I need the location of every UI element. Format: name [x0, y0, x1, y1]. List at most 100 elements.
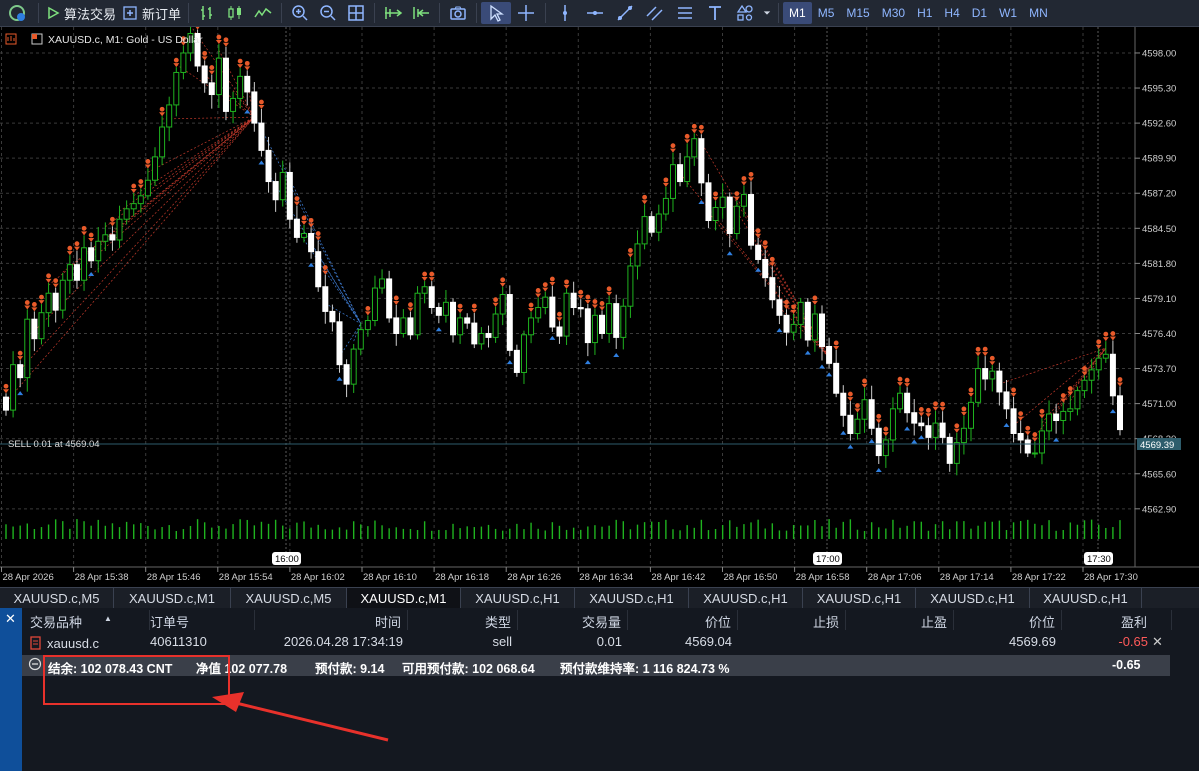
candle [414, 286, 421, 340]
column-header-1[interactable]: 订单号 [150, 610, 255, 630]
total-profit-text: -0.65 [1112, 658, 1141, 672]
timeframe-m15-button[interactable]: M15 [840, 2, 875, 24]
candle [804, 298, 811, 347]
bar-chart-icon[interactable] [193, 2, 221, 24]
sell-dot-marker [3, 383, 9, 389]
candle [506, 285, 513, 357]
sell-dot-marker [691, 123, 697, 129]
candle [286, 162, 293, 229]
sell-dot-marker [812, 295, 818, 301]
cell-current-price: 4569.69 [1009, 634, 1056, 649]
shapes-icon[interactable] [730, 2, 760, 24]
crosshair-icon[interactable] [511, 2, 541, 24]
screenshot-icon[interactable] [444, 2, 472, 24]
chart-tab-9[interactable]: XAUUSD.c,H1 [1030, 588, 1142, 609]
trendline-icon[interactable] [610, 2, 640, 24]
close-icon[interactable]: ✕ [5, 611, 16, 627]
sell-dot-marker [429, 271, 435, 277]
chart-tab-6[interactable]: XAUUSD.c,H1 [689, 588, 803, 609]
text-tool-icon[interactable] [700, 2, 730, 24]
chart-tab-2[interactable]: XAUUSD.c,M5 [231, 588, 347, 609]
horizontal-line-icon[interactable] [580, 2, 610, 24]
sell-dot-marker [549, 276, 555, 282]
algo-trading-button[interactable]: 算法交易 [43, 2, 119, 24]
chart-tab-3[interactable]: XAUUSD.c,M1 [347, 588, 461, 609]
sell-dot-marker [202, 50, 208, 56]
chart-tab-8[interactable]: XAUUSD.c,H1 [916, 588, 1030, 609]
current-price-label: 4569.39 [1140, 440, 1174, 451]
vertical-line-icon[interactable] [550, 2, 580, 24]
chart-tab-7[interactable]: XAUUSD.c,H1 [803, 588, 916, 609]
sell-dot-marker [1082, 366, 1087, 371]
timeframe-d1-button[interactable]: D1 [966, 2, 993, 24]
column-header-5[interactable]: 价位 [628, 610, 738, 630]
sell-dot-marker [493, 297, 498, 303]
zoom-in-icon[interactable] [286, 2, 314, 24]
sell-dot-marker [1060, 393, 1066, 398]
chart-tab-1[interactable]: XAUUSD.c,M1 [114, 588, 231, 609]
main-toolbar: 算法交易 新订单 M1 M5 M15 M30 H1 H4 D1 W1 MN [0, 0, 1199, 27]
sell-dot-marker [1067, 386, 1073, 391]
chart-shift-icon[interactable] [379, 2, 407, 24]
channel-icon[interactable] [640, 2, 670, 24]
column-header-4[interactable]: 交易量 [518, 610, 628, 630]
close-position-icon[interactable]: ✕ [1152, 632, 1163, 652]
column-header-3[interactable]: 类型 [408, 610, 518, 630]
price-chart[interactable]: SELL 0.01 at 4569.04 4598.00 4595.30 4592.… [0, 27, 1199, 588]
zoom-out-icon[interactable] [314, 2, 342, 24]
cell-take-profit[interactable] [846, 632, 954, 652]
column-header-7[interactable]: 止盈 [846, 610, 954, 630]
cell-stop-loss[interactable] [738, 632, 846, 652]
new-order-button[interactable]: 新订单 [119, 2, 184, 24]
candlestick-chart-icon[interactable] [221, 2, 249, 24]
table-row[interactable]: xauusd.c 40611310 2026.04.28 17:34:19 se… [22, 632, 1172, 652]
platform-logo-icon[interactable] [0, 2, 34, 24]
chart-tab-5[interactable]: XAUUSD.c,H1 [575, 588, 689, 609]
sell-dot-marker [933, 401, 938, 407]
timeframe-h1-button[interactable]: H1 [911, 2, 938, 24]
column-header-2[interactable]: 时间 [255, 610, 408, 630]
cell-open-price: 4569.04 [685, 634, 732, 649]
new-order-icon [123, 6, 137, 20]
chevron-down-icon[interactable] [760, 2, 774, 24]
auto-scroll-icon[interactable] [407, 2, 435, 24]
time-tick-label: 28 Apr 16:42 [651, 572, 705, 583]
timeframe-mn-button[interactable]: MN [1023, 2, 1054, 24]
timeframe-m5-button[interactable]: M5 [812, 2, 841, 24]
sell-dot-marker [762, 240, 768, 246]
timeframe-w1-button[interactable]: W1 [993, 2, 1023, 24]
timeframe-m1-button[interactable]: M1 [783, 2, 812, 24]
sell-dot-marker [713, 191, 718, 197]
price-tick-label: 4579.10 [1142, 294, 1176, 305]
candle [386, 270, 393, 323]
session-mark: 16:00 [272, 552, 301, 565]
line-chart-icon[interactable] [249, 2, 277, 24]
column-header-6[interactable]: 止损 [738, 610, 846, 630]
sell-dot-marker [989, 355, 995, 361]
chart-tab-0[interactable]: XAUUSD.c,M5 [0, 588, 114, 609]
chart-tab-4[interactable]: XAUUSD.c,H1 [461, 588, 575, 609]
price-tick-label: 4587.20 [1142, 189, 1176, 200]
sell-dot-marker [748, 171, 754, 177]
collapse-icon[interactable] [28, 657, 42, 674]
trade-table-header: 交易品种 订单号 时间 类型 交易量 价位 止损 止盈 价位 盈利 ▲ [22, 610, 1172, 630]
timeframe-h4-button[interactable]: H4 [938, 2, 965, 24]
sell-dot-marker [1117, 377, 1123, 382]
cursor-tool-icon[interactable] [481, 2, 512, 24]
column-header-0[interactable]: 交易品种 [22, 610, 150, 630]
sell-dot-marker [24, 300, 30, 305]
time-tick-label: 28 Apr 16:10 [363, 572, 417, 583]
sell-dot-marker [500, 277, 506, 283]
time-tick-label: 28 Apr 16:34 [579, 572, 633, 583]
column-header-9[interactable]: 盈利 [1062, 610, 1172, 630]
sell-dot-marker [159, 106, 165, 112]
sell-dot-marker [138, 179, 144, 184]
sell-dot-marker [209, 65, 215, 70]
fibonacci-icon[interactable] [670, 2, 700, 24]
column-header-8[interactable]: 价位 [954, 610, 1062, 630]
cell-time: 2026.04.28 17:34:19 [283, 634, 403, 649]
timeframe-m30-button[interactable]: M30 [876, 2, 911, 24]
tile-windows-icon[interactable] [342, 2, 370, 24]
sell-dot-marker [237, 58, 243, 64]
price-tick-label: 4592.60 [1142, 119, 1176, 130]
